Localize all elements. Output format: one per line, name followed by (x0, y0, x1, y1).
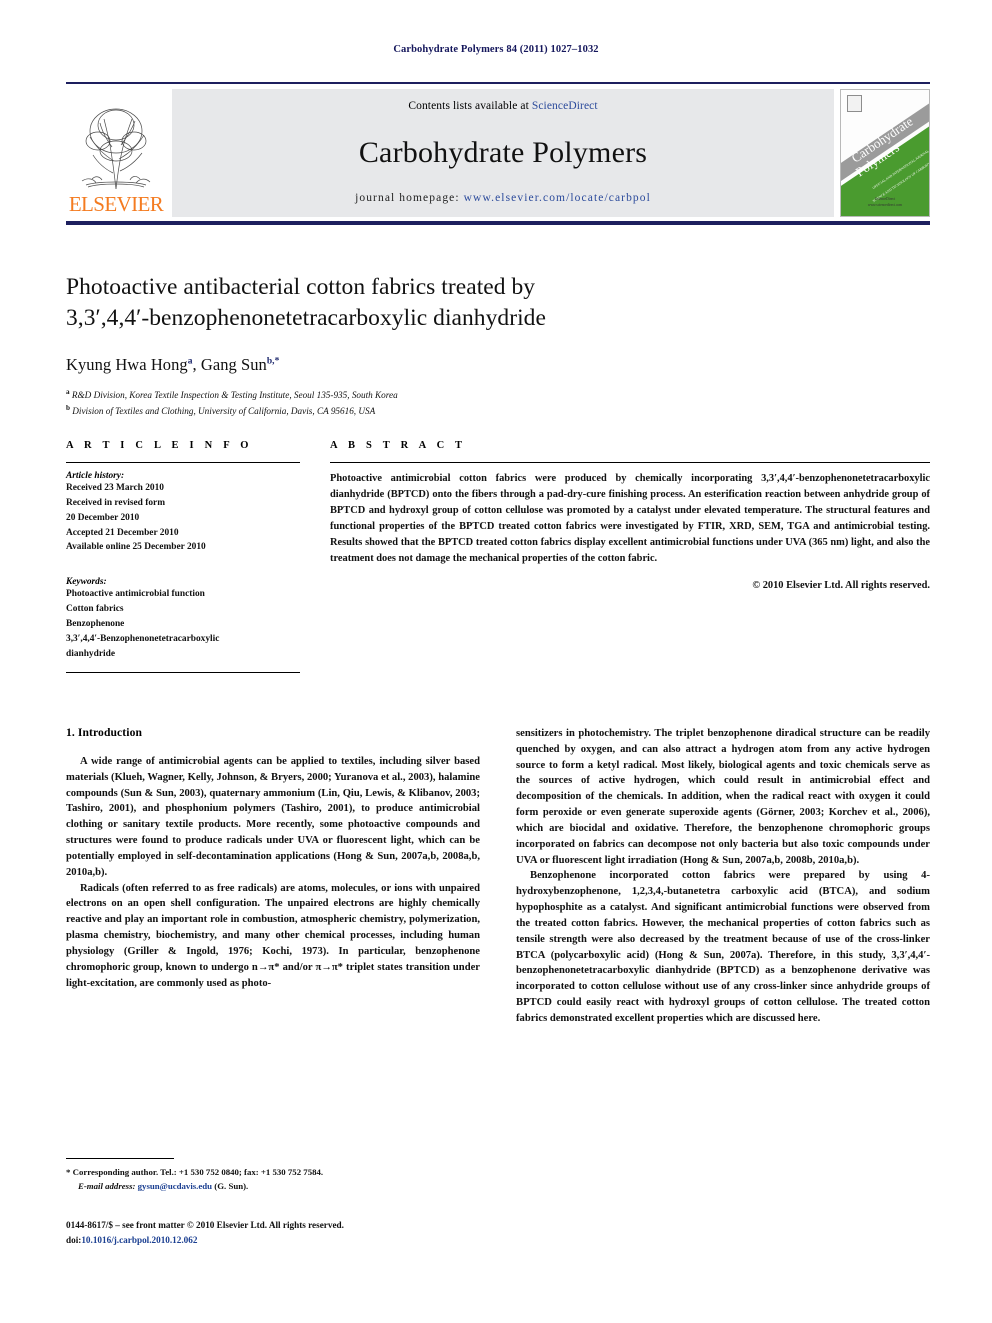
doi-prefix: doi: (66, 1234, 82, 1245)
journal-cover-thumbnail: Carbohydrate Polymers OFFICIAL AND INTER… (840, 89, 930, 217)
keyword-item: Benzophenone (66, 619, 125, 630)
homepage-prefix: journal homepage: (355, 192, 460, 204)
section-heading-introduction: 1. Introduction (66, 726, 143, 739)
body-column-left: 1. Introduction A wide range of antimicr… (66, 726, 480, 1027)
body-column-right: sensitizers in photochemistry. The tripl… (516, 726, 930, 1027)
body-columns: 1. Introduction A wide range of antimicr… (66, 726, 930, 1027)
masthead-bottom-rule (66, 221, 930, 225)
history-item: Received 23 March 2010 (66, 483, 164, 493)
journal-title: Carbohydrate Polymers (358, 136, 648, 169)
sciencedirect-link[interactable]: ScienceDirect (532, 100, 598, 112)
issn-doi-block: 0144-8617/$ – see front matter © 2010 El… (66, 1218, 496, 1247)
affiliation-b-mark: b (66, 404, 70, 413)
paragraph: sensitizers in photochemistry. The tripl… (516, 728, 930, 866)
journal-masthead: ELSEVIER Contents lists available at Sci… (66, 82, 930, 225)
abstract-column: A B S T R A C T Photoactive antimicrobia… (330, 440, 930, 673)
info-abstract-region: A R T I C L E I N F O Article history: R… (66, 440, 930, 673)
affiliation-b-text: Division of Textiles and Clothing, Unive… (72, 406, 376, 417)
masthead-top-rule (66, 82, 930, 84)
elsevier-tree-icon (74, 101, 158, 193)
affiliation-a-text: R&D Division, Korea Textile Inspection &… (71, 390, 398, 401)
copyright-line: © 2010 Elsevier Ltd. All rights reserved… (752, 580, 930, 592)
abstract-rule (330, 462, 930, 463)
title-block: Photoactive antibacterial cotton fabrics… (66, 272, 766, 419)
elsevier-logo: ELSEVIER (66, 89, 166, 217)
keywords-block: Keywords: Photoactive antimicrobial func… (66, 577, 300, 661)
keyword-item: dianhydride (66, 648, 115, 659)
issn-line: 0144-8617/$ – see front matter © 2010 El… (66, 1220, 344, 1230)
keyword-item: 3,3′,4,4′-Benzophenonetetracarboxylic (66, 633, 220, 644)
cover-elsevier-mark-icon (847, 95, 862, 112)
paragraph: A wide range of antimicrobial agents can… (66, 756, 480, 878)
journal-band: Contents lists available at ScienceDirec… (172, 89, 834, 217)
affiliations: a R&D Division, Korea Textile Inspection… (66, 387, 766, 419)
history-item: 20 December 2010 (66, 512, 140, 523)
keywords-list: Photoactive antimicrobial function Cotto… (66, 587, 300, 661)
history-item: Accepted 21 December 2010 (66, 527, 179, 538)
running-head: Carbohydrate Polymers 84 (2011) 1027–103… (393, 44, 599, 55)
footnote-rule (66, 1158, 174, 1159)
article-info-column: A R T I C L E I N F O Article history: R… (66, 440, 300, 673)
author-1-affiliation-mark: a (187, 356, 193, 367)
journal-homepage-line: journal homepage: www.elsevier.com/locat… (355, 192, 651, 204)
author-2-affiliation-mark: b,* (266, 356, 280, 367)
email-label: E-mail address: (78, 1180, 136, 1191)
article-info-rule (66, 462, 300, 463)
history-item: Available online 25 December 2010 (66, 542, 206, 553)
journal-article-page: Carbohydrate Polymers 84 (2011) 1027–103… (0, 0, 992, 1323)
keyword-item: Photoactive antimicrobial function (66, 589, 205, 600)
history-item: Received in revised form (66, 497, 166, 508)
email-link[interactable]: gysun@ucdavis.edu (138, 1181, 212, 1191)
affiliation-b: b Division of Textiles and Clothing, Uni… (66, 403, 766, 419)
cover-footer-line2: www.sciencedirect.com (867, 202, 903, 207)
contents-available-line: Contents lists available at ScienceDirec… (408, 100, 597, 112)
footnote-area: * Corresponding author. Tel.: +1 530 752… (66, 1158, 480, 1193)
page-title: Photoactive antibacterial cotton fabrics… (66, 272, 766, 333)
paper-title-line1: Photoactive antibacterial cotton fabrics… (66, 274, 536, 300)
author-1-name: Kyung Hwa Hong (66, 355, 188, 375)
corresponding-author-note: * Corresponding author. Tel.: +1 530 752… (66, 1167, 324, 1177)
contents-prefix: Contents lists available at (408, 100, 532, 112)
author-2-name: Gang Sun (200, 355, 267, 375)
email-owner: (G. Sun). (214, 1180, 249, 1191)
article-history-list: Received 23 March 2010 Received in revis… (66, 481, 300, 555)
affiliation-a: a R&D Division, Korea Textile Inspection… (66, 387, 766, 403)
article-info-closing-rule (66, 671, 300, 673)
cover-footer: ScienceDirect www.sciencedirect.com (841, 196, 929, 208)
keywords-label: Keywords: (66, 577, 107, 588)
abstract-text: Photoactive antimicrobial cotton fabrics… (330, 473, 930, 564)
article-info-heading: A R T I C L E I N F O (66, 440, 253, 451)
paper-title-line2: 3,3′,4,4′-benzophenonetetracarboxylic di… (66, 304, 546, 331)
elsevier-wordmark: ELSEVIER (68, 192, 164, 216)
doi-link[interactable]: 10.1016/j.carbpol.2010.12.062 (81, 1235, 197, 1245)
doi-line: doi:10.1016/j.carbpol.2010.12.062 (66, 1233, 496, 1248)
keyword-item: Cotton fabrics (66, 604, 124, 615)
abstract-heading: A B S T R A C T (330, 440, 467, 451)
author-list: Kyung Hwa Honga, Gang Sunb,* (66, 355, 280, 375)
paragraph: Radicals (often referred to as free radi… (66, 882, 480, 989)
paragraph: Benzophenone incorporated cotton fabrics… (516, 870, 930, 1024)
journal-homepage-link[interactable]: www.elsevier.com/locate/carbpol (464, 192, 651, 204)
affiliation-a-mark: a (66, 388, 70, 397)
email-note: E-mail address: gysun@ucdavis.edu (G. Su… (66, 1180, 480, 1194)
article-history-label: Article history: (66, 471, 125, 481)
